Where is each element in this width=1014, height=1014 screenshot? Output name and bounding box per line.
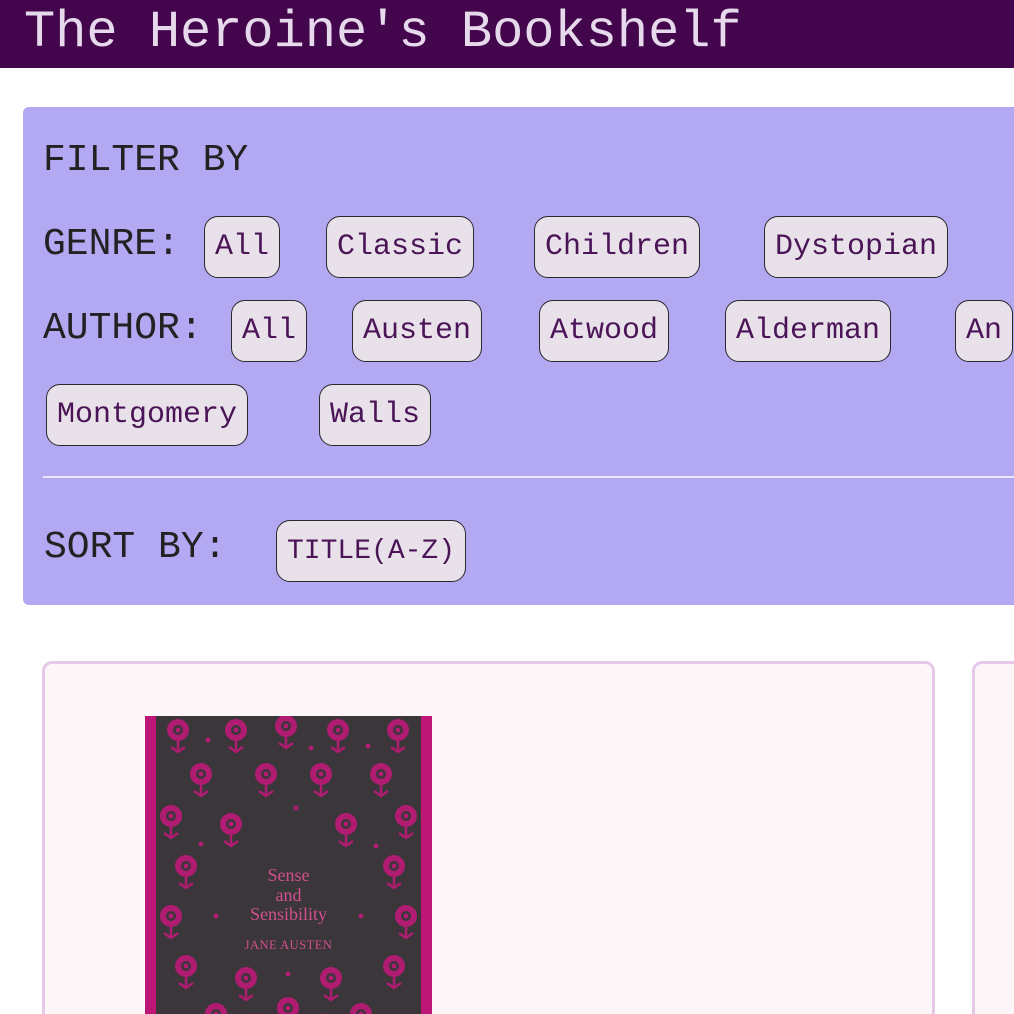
book-card[interactable] (972, 661, 1014, 1014)
app-header: The Heroine's Bookshelf (0, 0, 1014, 68)
genre-chip-children[interactable]: Children (534, 216, 701, 278)
genre-label: GENRE: (43, 223, 180, 266)
author-chip-alderman[interactable]: Alderman (725, 300, 892, 362)
author-chip-all[interactable]: All (231, 300, 308, 362)
cover-title: Sense and Sensibility (249, 865, 327, 924)
author-chip-walls[interactable]: Walls (319, 384, 432, 446)
cover-author: JANE AUSTEN (244, 938, 333, 952)
filter-heading: FILTER BY (43, 139, 249, 182)
book-card[interactable]: Sense and Sensibility JANE AUSTEN (42, 661, 935, 1014)
genre-chip-classic[interactable]: Classic (326, 216, 475, 278)
filter-panel: FILTER BY GENRE: All Classic Children Dy… (23, 107, 1014, 605)
site-title: The Heroine's Bookshelf (24, 3, 742, 62)
filter-divider (43, 476, 1014, 478)
sort-dropdown[interactable]: TITLE(A-Z) (276, 520, 467, 582)
book-cover-image[interactable]: Sense and Sensibility JANE AUSTEN (145, 716, 432, 1014)
page: The Heroine's Bookshelf FILTER BY GENRE:… (0, 0, 1014, 1014)
author-chip-montgomery[interactable]: Montgomery (46, 384, 249, 446)
genre-chip-dystopian[interactable]: Dystopian (764, 216, 949, 278)
author-chip-atwood[interactable]: Atwood (539, 300, 670, 362)
author-label: AUTHOR: (43, 307, 203, 350)
author-chip-austen[interactable]: Austen (352, 300, 483, 362)
genre-chip-all[interactable]: All (204, 216, 281, 278)
author-chip-an[interactable]: An (955, 300, 1014, 362)
sort-label: SORT BY: (44, 526, 227, 569)
